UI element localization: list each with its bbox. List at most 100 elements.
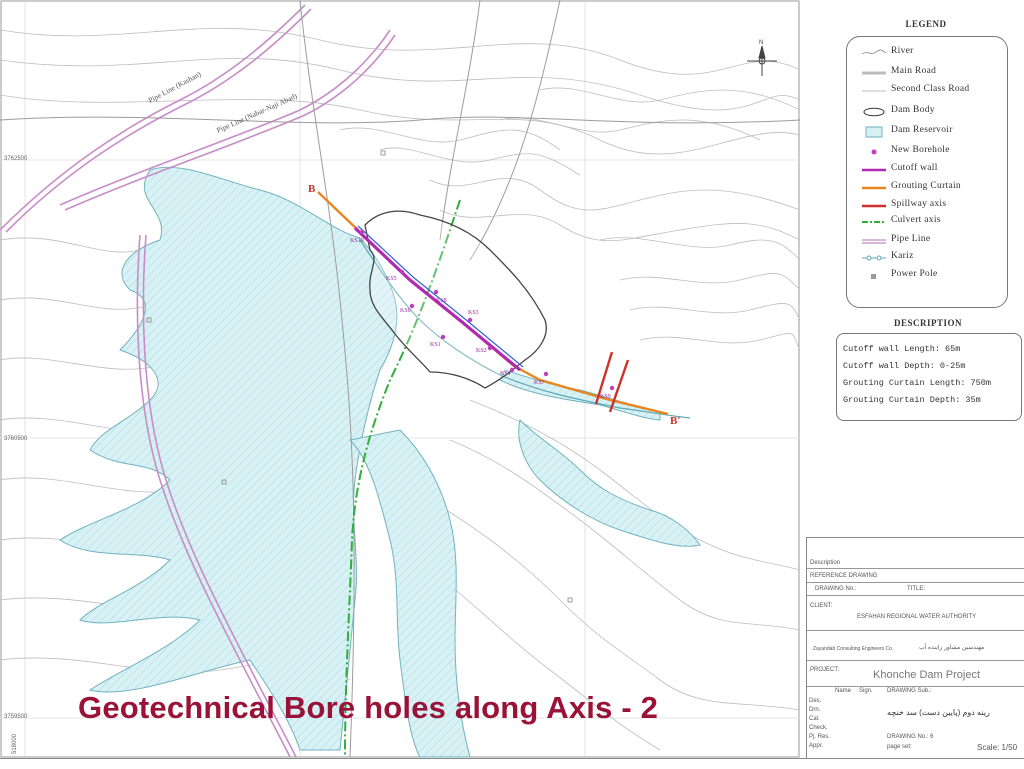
tb-drawing-no-label: DRAWING No.: — [815, 586, 857, 592]
legend-label: Kariz — [891, 251, 914, 261]
title-block: Description REFERENCE DRAWING DRAWING No… — [806, 537, 1024, 769]
borehole-label: KS8 — [436, 298, 447, 304]
borehole-point — [359, 229, 365, 235]
description-title: DESCRIPTION — [893, 318, 962, 328]
legend-label: New Borehole — [891, 145, 950, 155]
legend-item-grouting-curtain: Grouting Curtain — [847, 180, 1007, 197]
grouting-curtain-icon — [862, 186, 886, 190]
legend-label: Dam Reservoir — [891, 125, 953, 135]
tb-role-label: Appr. — [809, 743, 824, 749]
northing-label: 3762500 — [4, 156, 28, 162]
power-pole-icon — [871, 274, 876, 279]
legend-label: Dam Body — [891, 105, 935, 115]
legend-label: Spillway axis — [891, 199, 947, 209]
dam-reservoir-icon — [865, 126, 883, 138]
legend-item-dam-reservoir: Dam Reservoir — [847, 124, 1007, 141]
legend-item-power-pole: Power Pole — [847, 268, 1007, 285]
tb-client-label: CLIENT: — [810, 603, 833, 609]
tb-role-label: Pj. Res. — [809, 734, 831, 740]
legend-label: Main Road — [891, 66, 937, 76]
legend-item-main-road: Main Road — [847, 65, 1007, 82]
pipe-line-icon — [862, 239, 886, 244]
tb-consultant: Zayandab Consulting Engineers Co. — [813, 646, 894, 652]
description-line: Grouting Curtain Length: 750m — [843, 378, 991, 388]
tb-project-row: PROJECT: Khonche Dam Project — [807, 664, 1024, 687]
tb-signature-grid: Name Sign. DRAWING Sub.: رینه دوم (پایین… — [807, 688, 1024, 760]
tb-consultant-fa: مهندسین مشاور زاینده آب — [919, 645, 985, 651]
tb-consultant-row: Zayandab Consulting Engineers Co. مهندسی… — [807, 638, 1024, 661]
tb-page-label: page set: — [887, 744, 912, 750]
legend-item-borehole: New Borehole — [847, 144, 1007, 161]
tb-drawing-no-footer: DRAWING No.: 6 — [887, 734, 934, 740]
tb-project-label: PROJECT: — [810, 667, 840, 673]
legend-label: Grouting Curtain — [891, 181, 961, 191]
borehole-icon — [871, 149, 877, 155]
legend-label: Culvert axis — [891, 215, 941, 225]
borehole-label: KS3 — [468, 310, 479, 316]
cutoff-wall-icon — [862, 168, 886, 172]
borehole-label: KS7 — [534, 380, 545, 386]
second-road-icon — [862, 90, 886, 92]
tb-scale: Scale: 1/50 — [977, 743, 1018, 752]
kariz-icon — [862, 255, 886, 261]
borehole-label: KS6 — [400, 308, 411, 314]
description-box: Cutoff wall Length: 65m Cutoff wall Dept… — [836, 333, 1022, 421]
tb-role-label: Cal. — [809, 716, 820, 722]
tb-description-row: Description — [807, 558, 1024, 569]
description-line: Grouting Curtain Depth: 35m — [843, 395, 981, 405]
spillway-axis-icon — [862, 204, 886, 208]
borehole-point — [399, 269, 405, 275]
legend-label: River — [891, 46, 914, 56]
tb-reference-label: REFERENCE DRAWING — [810, 573, 878, 579]
borehole-point — [440, 334, 446, 340]
legend-item-cutoff-wall: Cutoff wall — [847, 162, 1007, 179]
section-end-label: B' — [670, 415, 680, 427]
tb-drawing-sub-label: DRAWING Sub.: — [887, 688, 932, 694]
bottom-ruler — [0, 758, 1024, 769]
legend-item-river: River — [847, 45, 1007, 62]
tb-role-label: Des. — [809, 698, 822, 704]
borehole-label: KS5 — [386, 276, 397, 282]
legend-item-second-road: Second Class Road — [847, 83, 1007, 100]
borehole-label: KS4 — [500, 371, 511, 377]
easting-label: 518000 — [12, 733, 18, 754]
legend-item-culvert-axis: Culvert axis — [847, 214, 1007, 231]
legend-item-dam-body: Dam Body — [847, 104, 1007, 121]
section-start-label: B — [308, 183, 316, 195]
legend: River Main Road Second Class Road Dam Bo… — [846, 36, 1008, 308]
culvert-axis-icon — [862, 221, 886, 223]
tb-role-label: Check. — [809, 725, 828, 731]
legend-label: Pipe Line — [891, 234, 931, 244]
main-road-icon — [862, 71, 886, 75]
tb-client-row: CLIENT: ESFAHAN REGIONAL WATER AUTHORITY — [807, 600, 1024, 631]
description-line: Cutoff wall Length: 65m — [843, 344, 961, 354]
tb-client: ESFAHAN REGIONAL WATER AUTHORITY — [857, 614, 977, 620]
legend-item-pipe-line: Pipe Line — [847, 233, 1007, 250]
river-icon — [861, 49, 887, 55]
dam-body-icon — [863, 107, 885, 117]
tb-name-label: Name — [835, 688, 852, 694]
legend-item-kariz: Kariz — [847, 250, 1007, 267]
legend-item-spillway-axis: Spillway axis — [847, 198, 1007, 215]
description-line: Cutoff wall Depth: 0-25m — [843, 361, 966, 371]
tb-description-label: Description — [810, 560, 841, 566]
legend-label: Second Class Road — [891, 84, 970, 94]
borehole-label: KS9 — [600, 394, 611, 400]
tb-role-label: Drn. — [809, 707, 821, 713]
legend-label: Power Pole — [891, 269, 938, 279]
slide-title: Geotechnical Bore holes along Axis - 2 — [78, 690, 659, 725]
tb-drawing-sub-fa: رینه دوم (پایین دست) سد خنچه — [887, 708, 990, 717]
borehole-label: KS10 — [350, 238, 364, 244]
tb-sign-label: Sign. — [859, 688, 873, 694]
legend-label: Cutoff wall — [891, 163, 938, 173]
borehole-point — [609, 385, 615, 391]
borehole-label: KS1 — [430, 342, 441, 348]
borehole-point — [467, 317, 473, 323]
tb-reference-row: REFERENCE DRAWING — [807, 570, 1024, 583]
svg-text:N: N — [759, 40, 763, 46]
tb-project: Khonche Dam Project — [873, 669, 980, 681]
legend-title: LEGEND — [905, 19, 947, 29]
borehole-point — [433, 289, 439, 295]
borehole-label: KS2 — [476, 348, 487, 354]
northing-label: 3759500 — [4, 714, 28, 720]
